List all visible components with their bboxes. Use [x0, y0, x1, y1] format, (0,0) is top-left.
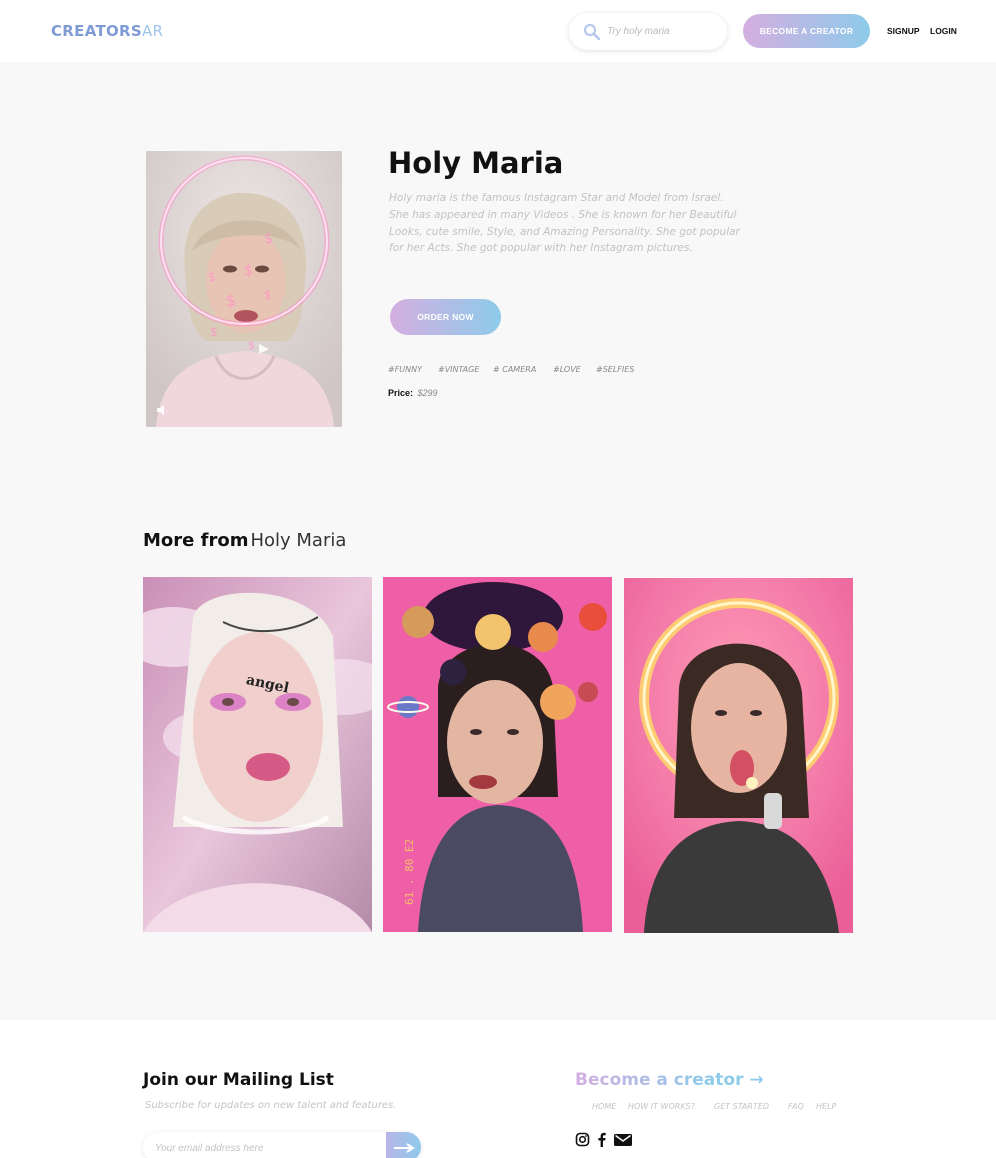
footer-link-how-it-works[interactable]: HOW IT WORKS?: [628, 1102, 695, 1111]
filter-card[interactable]: angel: [143, 577, 372, 932]
filter-card[interactable]: 61 . 80 E2: [383, 577, 612, 932]
arrow-right-icon: [394, 1143, 415, 1153]
svg-text:$: $: [208, 270, 216, 284]
tag-funny[interactable]: #FUNNY: [388, 365, 422, 374]
email-subscribe-field: [143, 1132, 421, 1158]
play-icon[interactable]: [258, 343, 270, 355]
footer-link-faq[interactable]: FAQ: [788, 1102, 804, 1111]
order-now-button[interactable]: ORDER NOW: [390, 299, 501, 335]
tag-selfies[interactable]: #SELFIES: [596, 365, 634, 374]
top-navbar: CREATORSAR BECOME A CREATOR SIGNUP LOGIN: [0, 0, 996, 62]
filter-card-image: [624, 578, 853, 933]
price: Price: $299: [388, 388, 438, 398]
footer-link-get-started[interactable]: GET STARTED: [714, 1102, 769, 1111]
filter-card-image: angel: [143, 577, 372, 932]
mailing-list-subtitle: Subscribe for updates on new talent and …: [145, 1100, 397, 1111]
filter-card[interactable]: [624, 578, 853, 933]
logo[interactable]: CREATORSAR: [51, 22, 163, 40]
svg-text:$: $: [244, 263, 253, 279]
tag-list: #FUNNY #VINTAGE # CAMERA #LOVE #SELFIES: [388, 365, 688, 379]
volume-icon[interactable]: [156, 403, 170, 417]
creator-name: Holy Maria: [388, 146, 564, 180]
footer-nav: HOME HOW IT WORKS? GET STARTED FAQ HELP: [592, 1102, 852, 1114]
profile-video-frame: $ $ $ $ $ $ $: [146, 151, 342, 427]
price-label: Price:: [388, 388, 414, 398]
footer-link-home[interactable]: HOME: [592, 1102, 616, 1111]
logo-text-ar: AR: [142, 22, 164, 40]
facebook-icon[interactable]: [596, 1132, 608, 1147]
svg-text:$: $: [226, 291, 236, 310]
creator-bio: Holy maria is the famous Instagram Star …: [389, 192, 740, 255]
tag-vintage[interactable]: #VINTAGE: [438, 365, 479, 374]
profile-video[interactable]: $ $ $ $ $ $ $: [146, 151, 342, 427]
subscribe-button[interactable]: [386, 1132, 421, 1158]
become-creator-button[interactable]: BECOME A CREATOR: [743, 14, 870, 48]
more-from-heading: More from Holy Maria: [143, 530, 346, 551]
svg-text:$: $: [264, 231, 273, 247]
svg-text:$: $: [248, 339, 255, 352]
search-icon[interactable]: [583, 23, 601, 41]
signup-link[interactable]: SIGNUP: [887, 26, 920, 36]
filter-card-image: 61 . 80 E2: [383, 577, 612, 932]
instagram-icon[interactable]: [575, 1132, 590, 1147]
email-icon[interactable]: [614, 1134, 632, 1146]
email-input[interactable]: [155, 1139, 375, 1157]
svg-text:$: $: [210, 325, 218, 339]
film-date-text: 61 . 80 E2: [403, 839, 416, 905]
search-input[interactable]: [607, 22, 717, 40]
more-from-name: Holy Maria: [250, 530, 347, 551]
footer-link-help[interactable]: HELP: [816, 1102, 836, 1111]
price-value: $299: [417, 388, 438, 398]
search-bar[interactable]: [569, 13, 727, 50]
logo-text-creators: CREATORS: [51, 22, 142, 40]
mailing-list-title: Join our Mailing List: [143, 1070, 334, 1090]
svg-text:$: $: [264, 288, 272, 302]
tag-love[interactable]: #LOVE: [553, 365, 581, 374]
tag-camera[interactable]: # CAMERA: [493, 365, 536, 374]
become-creator-link[interactable]: Become a creator →: [575, 1070, 764, 1090]
login-link[interactable]: LOGIN: [930, 26, 957, 36]
more-from-label: More from: [143, 530, 249, 551]
